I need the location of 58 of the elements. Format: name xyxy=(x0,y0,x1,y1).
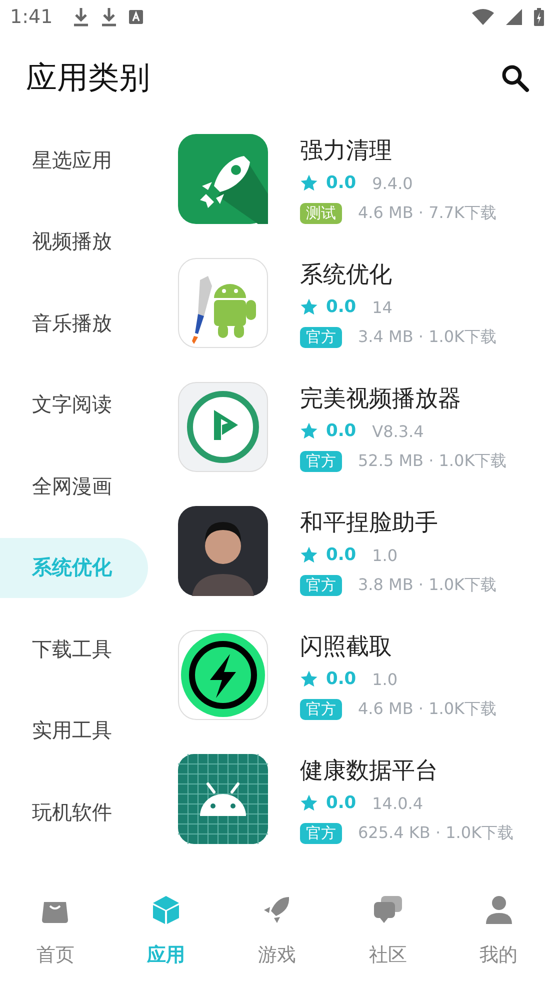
category-item[interactable]: 视频播放 xyxy=(0,212,148,272)
app-meta: 3.4 MB · 1.0K下载 xyxy=(358,326,497,348)
nav-tab[interactable]: 首页 xyxy=(0,886,111,968)
app-meta: 3.8 MB · 1.0K下载 xyxy=(358,574,497,596)
app-version: 1.0 xyxy=(372,670,398,689)
download-icon xyxy=(72,6,89,27)
app-version: 14 xyxy=(372,298,392,317)
nav-tab[interactable]: 我的 xyxy=(443,886,554,968)
app-version: 1.0 xyxy=(372,546,398,565)
app-tag: 官方 xyxy=(300,574,342,596)
app-name[interactable]: 完美视频播放器 xyxy=(300,384,507,414)
category-item[interactable]: 下载工具 xyxy=(0,619,148,680)
star-icon xyxy=(300,174,318,192)
star-icon xyxy=(300,546,318,564)
app-name[interactable]: 系统优化 xyxy=(300,260,497,290)
app-meta: 4.6 MB · 1.0K下载 xyxy=(358,698,497,720)
category-item[interactable]: 文字阅读 xyxy=(0,374,148,435)
nav-tab[interactable]: 游戏 xyxy=(222,886,332,968)
star-icon xyxy=(300,422,318,440)
status-time: 1:41 xyxy=(10,6,53,28)
app-meta: 52.5 MB · 1.0K下载 xyxy=(358,450,507,472)
battery-icon xyxy=(534,8,544,26)
app-tag: 测试 xyxy=(300,202,342,224)
category-item[interactable]: 实用工具 xyxy=(0,700,148,761)
star-icon xyxy=(300,298,318,316)
app-version: V8.3.4 xyxy=(372,422,424,441)
app-name[interactable]: 闪照截取 xyxy=(300,632,497,662)
star-icon xyxy=(300,794,318,812)
app-name[interactable]: 健康数据平台 xyxy=(300,756,514,786)
app-version: 14.0.4 xyxy=(372,794,424,813)
keyboard-icon xyxy=(128,10,143,24)
rating-value: 0.0 xyxy=(326,297,356,318)
app-name[interactable]: 强力清理 xyxy=(300,136,497,166)
category-item[interactable]: 音乐播放 xyxy=(0,293,148,354)
page-title: 应用类别 xyxy=(26,59,150,98)
rating-value: 0.0 xyxy=(326,173,356,194)
rating-value: 0.0 xyxy=(326,669,356,690)
app-tag: 官方 xyxy=(300,450,342,472)
category-item[interactable]: 星选应用 xyxy=(0,130,148,190)
star-icon xyxy=(300,670,318,688)
search-icon[interactable] xyxy=(500,63,530,94)
category-item[interactable]: 全网漫画 xyxy=(0,456,148,516)
app-name[interactable]: 和平捏脸助手 xyxy=(300,508,497,538)
app-meta: 625.4 KB · 1.0K下载 xyxy=(358,822,514,844)
app-icon[interactable] xyxy=(178,506,268,596)
app-version: 9.4.0 xyxy=(372,174,413,193)
rating-value: 0.0 xyxy=(326,421,356,442)
download-icon xyxy=(100,6,117,27)
wifi-icon xyxy=(472,8,494,25)
app-meta: 4.6 MB · 7.7K下载 xyxy=(358,202,497,224)
category-item[interactable]: 玩机软件 xyxy=(0,782,148,842)
signal-icon xyxy=(506,8,522,25)
app-tag: 官方 xyxy=(300,326,342,348)
app-tag: 官方 xyxy=(300,822,342,844)
rating-value: 0.0 xyxy=(326,545,356,566)
app-tag: 官方 xyxy=(300,698,342,720)
rating-value: 0.0 xyxy=(326,793,356,814)
nav-tab[interactable]: 社区 xyxy=(332,886,444,968)
